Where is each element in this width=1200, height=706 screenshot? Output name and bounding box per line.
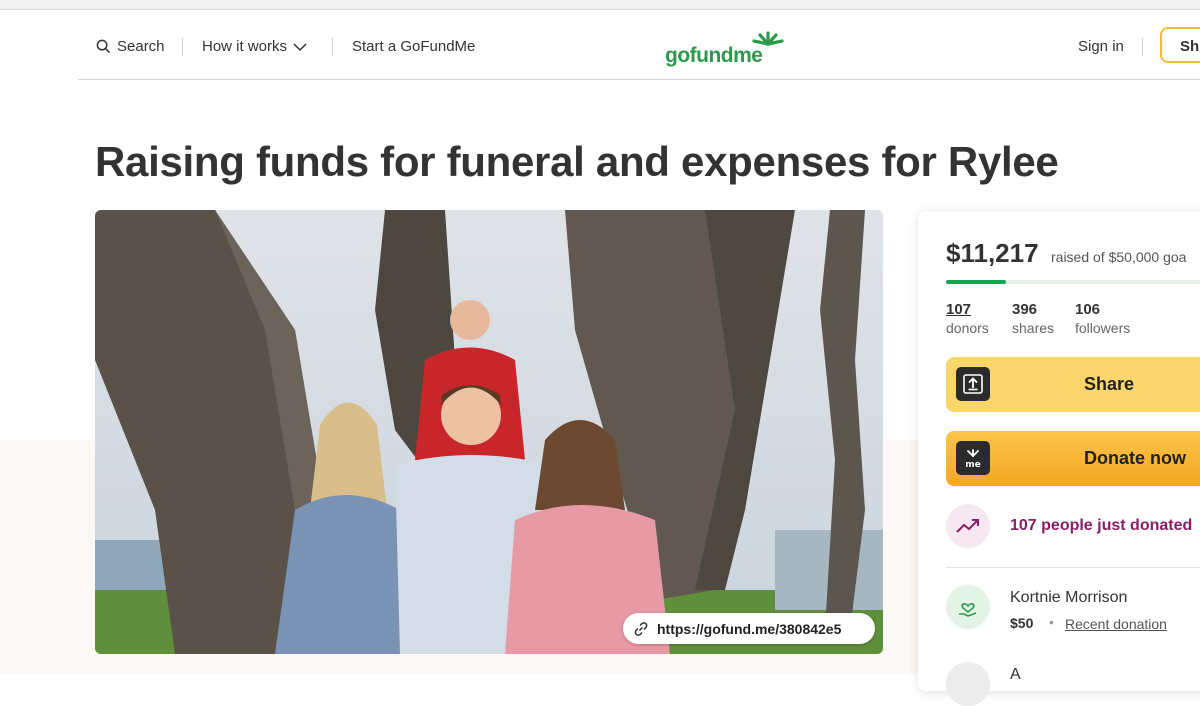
share-button[interactable]: Share bbox=[946, 357, 1200, 412]
nav-divider bbox=[182, 38, 183, 56]
donor-avatar bbox=[946, 662, 990, 706]
search-icon bbox=[96, 39, 111, 54]
search-label: Search bbox=[117, 38, 165, 55]
trending-donations: 107 people just donated bbox=[946, 504, 1192, 548]
header-share-button[interactable]: Sh bbox=[1160, 27, 1200, 63]
card-divider bbox=[946, 567, 1200, 568]
stat-value: 106 bbox=[1075, 301, 1101, 318]
stat-label: shares bbox=[1012, 320, 1055, 336]
stat-donors[interactable]: 107 donors bbox=[946, 301, 989, 337]
gofundme-heart-icon: me bbox=[956, 441, 990, 475]
site-header: Search How it works Start a GoFundMe gof… bbox=[78, 14, 1200, 80]
separator-dot: • bbox=[1049, 614, 1054, 630]
nav-divider bbox=[332, 38, 333, 56]
trending-text: 107 people just donated bbox=[1010, 517, 1193, 534]
stat-value: 107 bbox=[946, 301, 972, 318]
start-gofundme-link[interactable]: Start a GoFundMe bbox=[352, 38, 475, 55]
donor-name: A bbox=[1010, 666, 1021, 683]
amount-raised: $11,217 bbox=[946, 238, 1039, 268]
stat-label: followers bbox=[1075, 320, 1131, 336]
stat-value: 396 bbox=[1012, 301, 1038, 318]
donate-now-button[interactable]: me Donate now bbox=[946, 431, 1200, 486]
nav-divider bbox=[1142, 38, 1143, 56]
start-gofundme-label: Start a GoFundMe bbox=[352, 38, 476, 55]
how-it-works-menu[interactable]: How it works bbox=[202, 38, 307, 55]
stat-shares: 396 shares bbox=[1012, 301, 1054, 337]
search-link[interactable]: Search bbox=[96, 38, 165, 55]
donor-amount: $50 bbox=[1010, 615, 1034, 631]
donor-name: Kortnie Morrison bbox=[1010, 589, 1128, 606]
link-icon bbox=[634, 621, 648, 636]
logo-text: gofundme bbox=[665, 44, 763, 67]
goal-text: raised of $50,000 goa bbox=[1051, 249, 1187, 265]
progress-bar-fill bbox=[946, 280, 1007, 284]
sign-in-link[interactable]: Sign in bbox=[1078, 38, 1124, 55]
recent-donation-link[interactable]: Recent donation bbox=[1065, 616, 1167, 632]
campaign-short-link[interactable]: https://gofund.me/380842e5 bbox=[623, 613, 875, 644]
how-it-works-label: How it works bbox=[202, 38, 288, 55]
trending-up-icon bbox=[946, 504, 990, 548]
share-button-label: Share bbox=[1084, 374, 1135, 394]
donation-card: $11,217 raised of $50,000 goa 107 donors… bbox=[918, 211, 1200, 706]
campaign-photo-illustration bbox=[95, 210, 883, 654]
progress-bar bbox=[946, 280, 1200, 284]
donor-heart-hand-icon bbox=[946, 585, 990, 629]
campaign-photo[interactable] bbox=[95, 210, 883, 654]
campaign-short-link-text: https://gofund.me/380842e5 bbox=[657, 620, 842, 637]
campaign-title: Raising funds for funeral and expenses f… bbox=[95, 138, 1059, 185]
stat-label: donors bbox=[946, 320, 989, 336]
donate-now-label: Donate now bbox=[1084, 448, 1186, 468]
share-icon bbox=[956, 367, 990, 401]
stat-followers: 106 followers bbox=[1075, 301, 1130, 337]
gofundme-logo[interactable]: gofundme bbox=[665, 30, 785, 70]
svg-text:me: me bbox=[965, 460, 980, 469]
browser-strip bbox=[0, 0, 1200, 10]
chevron-down-icon bbox=[293, 42, 307, 51]
